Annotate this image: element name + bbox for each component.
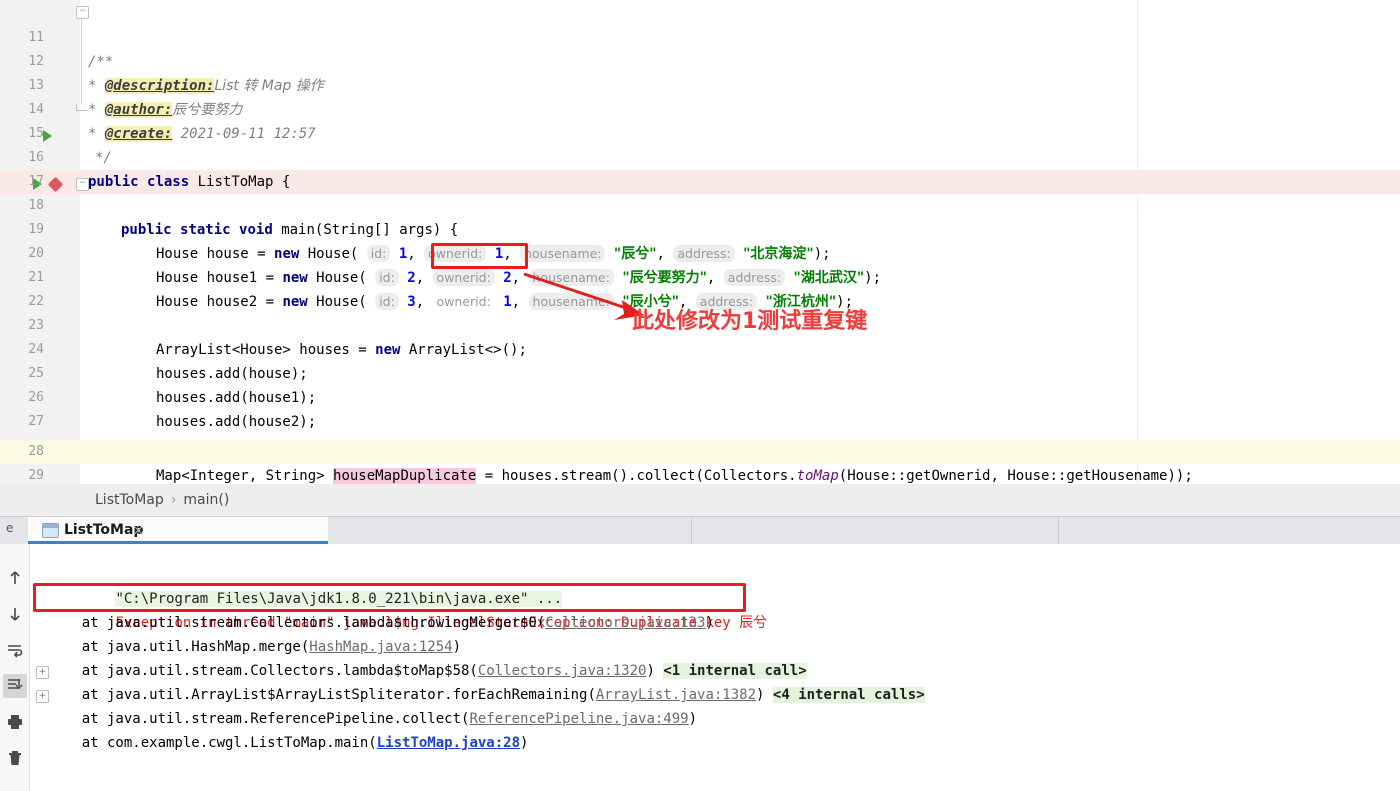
print-icon[interactable] bbox=[3, 710, 27, 734]
code-line[interactable]: 26 houses.add(house2); bbox=[0, 362, 1400, 430]
breadcrumb-class[interactable]: ListToMap bbox=[95, 492, 164, 508]
expand-internal-calls-icon[interactable]: + bbox=[36, 666, 49, 679]
code-line[interactable]: 30 bbox=[0, 464, 1400, 484]
stack-frame-tail: ) bbox=[756, 687, 765, 703]
stack-frame-tail: ) bbox=[688, 711, 698, 727]
stack-frame-tail: ) bbox=[646, 663, 655, 679]
breadcrumb[interactable]: ListToMap › main() bbox=[95, 484, 229, 517]
annotation-text: 此处修改为1测试重复键 bbox=[632, 309, 868, 334]
code-line[interactable]: 16 public class ListToMap { bbox=[0, 122, 1400, 190]
source-link[interactable]: Collectors.java:1320 bbox=[478, 663, 647, 679]
source-link[interactable]: ReferencePipeline.java:499 bbox=[469, 711, 688, 727]
stack-frame-text: at java.util.stream.Collectors.lambda$to… bbox=[48, 663, 478, 679]
console-tab-icon bbox=[42, 523, 59, 538]
tab-divider bbox=[691, 517, 692, 544]
scroll-down-icon[interactable] bbox=[3, 602, 27, 626]
ownerid-highlight-box bbox=[431, 243, 528, 269]
code-line[interactable]: 28 Map<Integer, String> houseMapDuplicat… bbox=[0, 416, 1400, 484]
console-line: at java.util.stream.ReferencePipeline.co… bbox=[48, 707, 697, 731]
stack-frame-tail: ) bbox=[520, 735, 529, 751]
code-line[interactable]: 29 System.out.println(houseMapDuplicate)… bbox=[0, 440, 1400, 483]
run-console-panel: e ListToMap × "C:\Program Files\Java\jdk… bbox=[0, 517, 1400, 791]
stack-frame-text: at java.util.ArrayList$ArrayListSplitera… bbox=[48, 687, 596, 703]
scroll-up-icon[interactable] bbox=[3, 566, 27, 590]
stack-frame-text: at java.util.HashMap.merge( bbox=[48, 639, 310, 655]
code-line[interactable]: 18 public static void main(String[] args… bbox=[0, 170, 1400, 238]
code-line[interactable]: 17 bbox=[0, 146, 1400, 189]
side-label-text: e bbox=[6, 521, 14, 535]
console-line: at com.example.cwgl.ListToMap.main(ListT… bbox=[48, 731, 529, 755]
scroll-to-end-icon[interactable] bbox=[3, 674, 27, 698]
stack-frame-text: at java.util.stream.Collectors.lambda$th… bbox=[48, 615, 546, 631]
source-link[interactable]: Collectors.java:133 bbox=[545, 615, 705, 631]
code-line[interactable]: 19 House house = new House( id: 1, owner… bbox=[0, 194, 1400, 262]
source-link[interactable]: ArrayList.java:1382 bbox=[596, 687, 756, 703]
code-line[interactable]: 22 bbox=[0, 266, 1400, 309]
code-line[interactable]: 15 */ bbox=[0, 98, 1400, 166]
breadcrumb-bar: ListToMap › main() bbox=[0, 484, 1400, 517]
source-link-active[interactable]: ListToMap.java:28 bbox=[377, 735, 520, 751]
soft-wrap-icon[interactable] bbox=[3, 638, 27, 662]
tab-divider bbox=[1058, 517, 1059, 544]
clear-all-trash-icon[interactable] bbox=[3, 746, 27, 770]
console-output[interactable]: "C:\Program Files\Java\jdk1.8.0_221\bin\… bbox=[30, 544, 1400, 791]
code-editor[interactable]: − − 11 /** 12 * @description:List 转 Map … bbox=[0, 0, 1400, 484]
code-line[interactable]: 11 /** bbox=[0, 2, 1400, 70]
stack-frame-text: at com.example.cwgl.ListToMap.main( bbox=[48, 735, 377, 751]
console-toolbar bbox=[0, 544, 30, 791]
code-line[interactable]: 12 * @description:List 转 Map 操作 bbox=[0, 26, 1400, 94]
breadcrumb-separator-icon: › bbox=[170, 492, 177, 508]
console-tab-strip: e ListToMap × bbox=[0, 517, 1400, 544]
internal-calls-badge[interactable]: <4 internal calls> bbox=[772, 687, 925, 703]
stack-frame-text: at java.util.stream.ReferencePipeline.co… bbox=[48, 711, 470, 727]
code-line[interactable]: 13 * @author:辰兮要努力 bbox=[0, 50, 1400, 118]
source-link[interactable]: HashMap.java:1254 bbox=[309, 639, 452, 655]
console-line: at java.util.stream.Collectors.lambda$to… bbox=[48, 659, 807, 683]
stack-frame-tail: ) bbox=[452, 639, 462, 655]
exception-highlight-box bbox=[33, 583, 746, 612]
breadcrumb-method[interactable]: main() bbox=[183, 492, 229, 508]
code-line[interactable]: 25 houses.add(house1); bbox=[0, 338, 1400, 406]
console-line: at java.util.HashMap.merge(HashMap.java:… bbox=[48, 635, 461, 659]
expand-internal-calls-icon[interactable]: + bbox=[36, 690, 49, 703]
stack-frame-tail: ) bbox=[705, 615, 714, 631]
code-line[interactable]: 27 bbox=[0, 386, 1400, 429]
console-line-exit: Process finished with exit code 1 bbox=[48, 779, 394, 791]
console-line: at java.util.stream.Collectors.lambda$th… bbox=[48, 611, 714, 635]
internal-calls-badge[interactable]: <1 internal call> bbox=[663, 663, 807, 679]
code-line[interactable]: 14 * @create: 2021-09-11 12:57 bbox=[0, 74, 1400, 142]
code-line[interactable]: 20 House house1 = new House( id: 2, owne… bbox=[0, 218, 1400, 286]
intellij-idea-window: − − 11 /** 12 * @description:List 转 Map … bbox=[0, 0, 1400, 791]
console-line: at java.util.ArrayList$ArrayListSplitera… bbox=[48, 683, 925, 707]
code-line[interactable]: 21 House house2 = new House( id: 3, owne… bbox=[0, 242, 1400, 310]
close-icon[interactable]: × bbox=[132, 517, 145, 544]
tool-window-side-label: e bbox=[0, 517, 28, 544]
